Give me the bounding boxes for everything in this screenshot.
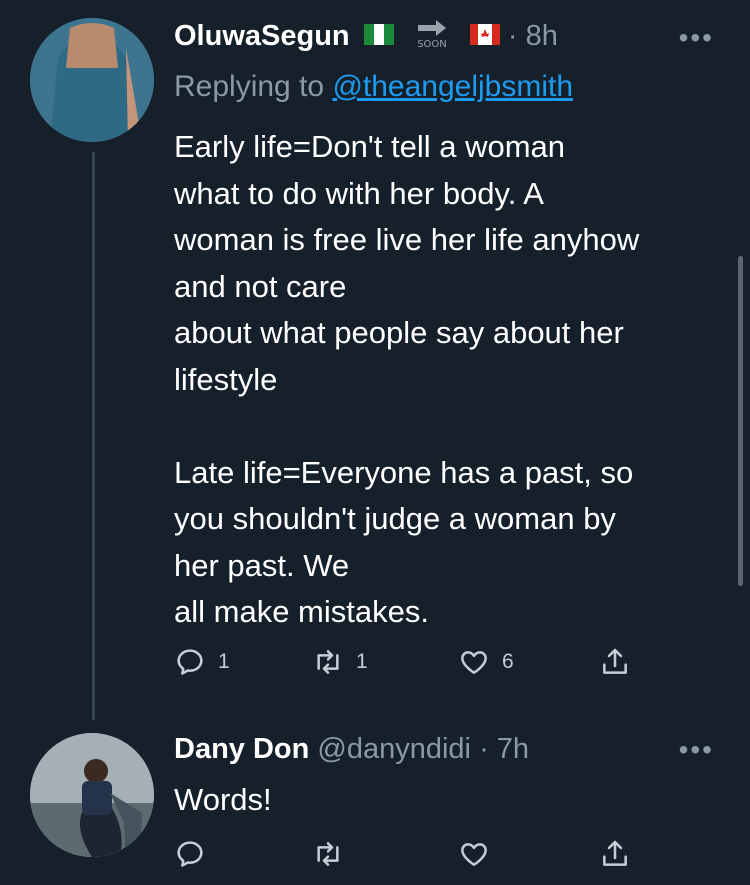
- tweet2-actions: [174, 838, 644, 878]
- soon-label: SOON: [417, 39, 447, 49]
- tweet-time[interactable]: · 7h: [479, 733, 529, 765]
- tweet1-body: Early life=Don't tell a woman what to do…: [174, 129, 640, 629]
- reply-button[interactable]: [174, 838, 206, 870]
- more-icon[interactable]: •••: [679, 22, 714, 54]
- avatar-dany-don[interactable]: [30, 733, 154, 857]
- like-count: 6: [502, 650, 514, 673]
- like-button[interactable]: 6: [458, 646, 514, 678]
- author-name[interactable]: OluwaSegun: [174, 20, 350, 52]
- tweet1-header: OluwaSegun SOON · 8h: [174, 17, 558, 53]
- retweet-count: 1: [356, 650, 368, 673]
- reply-icon: [177, 841, 203, 867]
- retweet-icon: [317, 842, 339, 866]
- replying-handle-link[interactable]: @theangeljbsmith: [332, 70, 573, 103]
- share-button[interactable]: [599, 838, 631, 870]
- thread-line: [92, 152, 95, 720]
- replying-prefix: Replying to: [174, 70, 333, 103]
- replying-to: Replying to @theangeljbsmith: [174, 70, 573, 104]
- author-name[interactable]: Dany Don: [174, 733, 309, 765]
- heart-icon: [461, 651, 487, 674]
- reply-button[interactable]: 1: [174, 646, 230, 678]
- share-icon: [603, 840, 627, 866]
- reply-icon: [177, 649, 203, 675]
- share-icon: [603, 648, 627, 674]
- share-button[interactable]: [599, 646, 631, 678]
- reply-count: 1: [218, 650, 230, 673]
- retweet-icon: [317, 650, 339, 674]
- like-button[interactable]: [458, 838, 490, 870]
- tweet1-actions: 1 1 6: [174, 646, 644, 686]
- nigeria-flag-icon: [363, 23, 394, 45]
- retweet-button[interactable]: 1: [312, 646, 368, 678]
- soon-arrow-icon: SOON: [407, 17, 456, 50]
- heart-icon: [461, 843, 487, 866]
- canada-flag-icon: [469, 23, 500, 45]
- tweet-time[interactable]: · 8h: [508, 20, 558, 52]
- more-icon[interactable]: •••: [679, 734, 714, 766]
- author-handle[interactable]: @danyndidi: [317, 733, 471, 765]
- avatar-oluwasegun[interactable]: [30, 18, 154, 142]
- tweet2-body: Words!: [174, 782, 272, 817]
- scrollbar[interactable]: [738, 256, 743, 586]
- tweet2-header: Dany Don @danyndidi · 7h: [174, 733, 529, 766]
- retweet-button[interactable]: [312, 838, 344, 870]
